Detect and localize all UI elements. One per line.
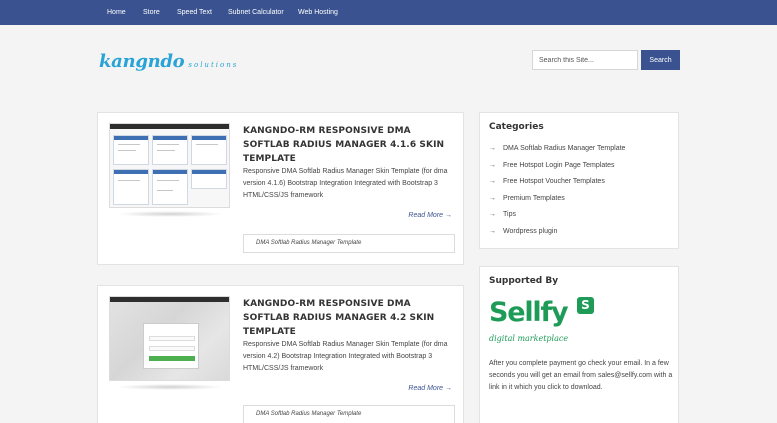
thumbnail-line (118, 144, 140, 145)
thumbnail-line (157, 180, 179, 181)
category-item[interactable]: → Premium Templates (489, 191, 625, 208)
arrow-right-icon: → (489, 227, 496, 235)
category-label: Free Hotspot Voucher Templates (503, 178, 605, 185)
sellfy-badge-icon: S (577, 297, 594, 314)
thumbnail-login-button (149, 356, 195, 361)
site-logo[interactable]: kangndo solutions (99, 46, 238, 72)
widget-title: Categories (489, 122, 544, 132)
category-label: Free Hotspot Login Page Templates (503, 161, 615, 169)
nav-store[interactable]: Store (143, 0, 160, 25)
logo-main-text: kangndo (99, 51, 185, 72)
arrow-right-icon: → (489, 178, 496, 185)
thumbnail-panel (152, 169, 188, 205)
category-label: Tips (503, 211, 516, 218)
nav-subnet-calculator[interactable]: Subnet Calculator (228, 0, 284, 25)
category-label: Premium Templates (503, 194, 565, 202)
post-card: KANGNDO-RM RESPONSIVE DMA SOFTLAB RADIUS… (97, 285, 464, 423)
post-excerpt: Responsive DMA Softlab Radius Manager Sk… (243, 168, 448, 199)
category-item[interactable]: → Free Hotspot Login Page Templates (489, 158, 625, 175)
thumbnail-line (157, 144, 179, 145)
thumbnail-login-field (149, 336, 195, 341)
sellfy-wordmark: Sellfy (489, 297, 569, 328)
thumbnail-panel (113, 169, 149, 205)
nav-speed-text[interactable]: Speed Text (177, 0, 212, 25)
category-label: Wordpress plugin (503, 227, 558, 235)
nav-web-hosting[interactable]: Web Hosting (298, 0, 338, 25)
thumbnail-line (118, 150, 136, 151)
thumbnail-shadow (116, 211, 224, 217)
thumbnail-topbar (110, 124, 229, 129)
thumbnail-line (157, 150, 175, 151)
arrow-right-icon: → (489, 161, 496, 169)
category-item[interactable]: → DMA Softlab Radius Manager Template (489, 141, 625, 158)
category-list: → DMA Softlab Radius Manager Template → Fr… (489, 141, 625, 240)
post-category-tag[interactable]: DMA Softlab Radius Manager Template (243, 405, 455, 423)
post-excerpt: Responsive DMA Softlab Radius Manager Sk… (243, 341, 448, 372)
search-button[interactable]: Search (641, 50, 680, 70)
category-item[interactable]: → Wordpress plugin (489, 224, 625, 241)
post-title[interactable]: KANGNDO-RM RESPONSIVE DMA SOFTLAB RADIUS… (243, 124, 458, 166)
supported-by-widget: Supported By Sellfy S digital marketplac… (479, 266, 679, 423)
thumbnail-login-box (143, 323, 199, 369)
thumbnail-login-field (149, 346, 195, 351)
arrow-right-icon: → (489, 211, 496, 218)
post-thumbnail[interactable] (109, 296, 230, 381)
search-input[interactable] (532, 50, 638, 70)
widget-title: Supported By (489, 276, 559, 286)
top-nav: Home Store Speed Text Subnet Calculator … (0, 0, 777, 25)
category-item[interactable]: → Free Hotspot Voucher Templates (489, 174, 625, 191)
thumbnail-shadow (116, 384, 224, 390)
sellfy-logo[interactable]: Sellfy S (489, 297, 594, 329)
thumbnail-line (157, 190, 173, 191)
sellfy-payment-note: After you complete payment go check your… (489, 360, 673, 391)
nav-home[interactable]: Home (107, 0, 126, 25)
arrow-right-icon: → (489, 194, 496, 202)
read-more-link[interactable]: Read More → (408, 385, 452, 392)
post-card: KANGNDO-RM RESPONSIVE DMA SOFTLAB RADIUS… (97, 112, 464, 265)
thumbnail-panel (191, 169, 227, 189)
thumbnail-line (196, 144, 218, 145)
thumbnail-panel (191, 135, 227, 165)
category-item[interactable]: → Tips (489, 207, 625, 224)
category-label: DMA Softlab Radius Manager Template (503, 145, 626, 152)
post-title[interactable]: KANGNDO-RM RESPONSIVE DMA SOFTLAB RADIUS… (243, 297, 458, 339)
read-more-link[interactable]: Read More → (408, 212, 452, 219)
post-thumbnail[interactable] (109, 123, 230, 208)
logo-sub-text: solutions (188, 61, 239, 69)
thumbnail-line (118, 180, 140, 181)
categories-widget: Categories → DMA Softlab Radius Manager T… (479, 112, 679, 249)
post-category-tag[interactable]: DMA Softlab Radius Manager Template (243, 234, 455, 253)
sellfy-tagline: digital marketplace (489, 334, 569, 343)
arrow-right-icon: → (489, 145, 496, 152)
